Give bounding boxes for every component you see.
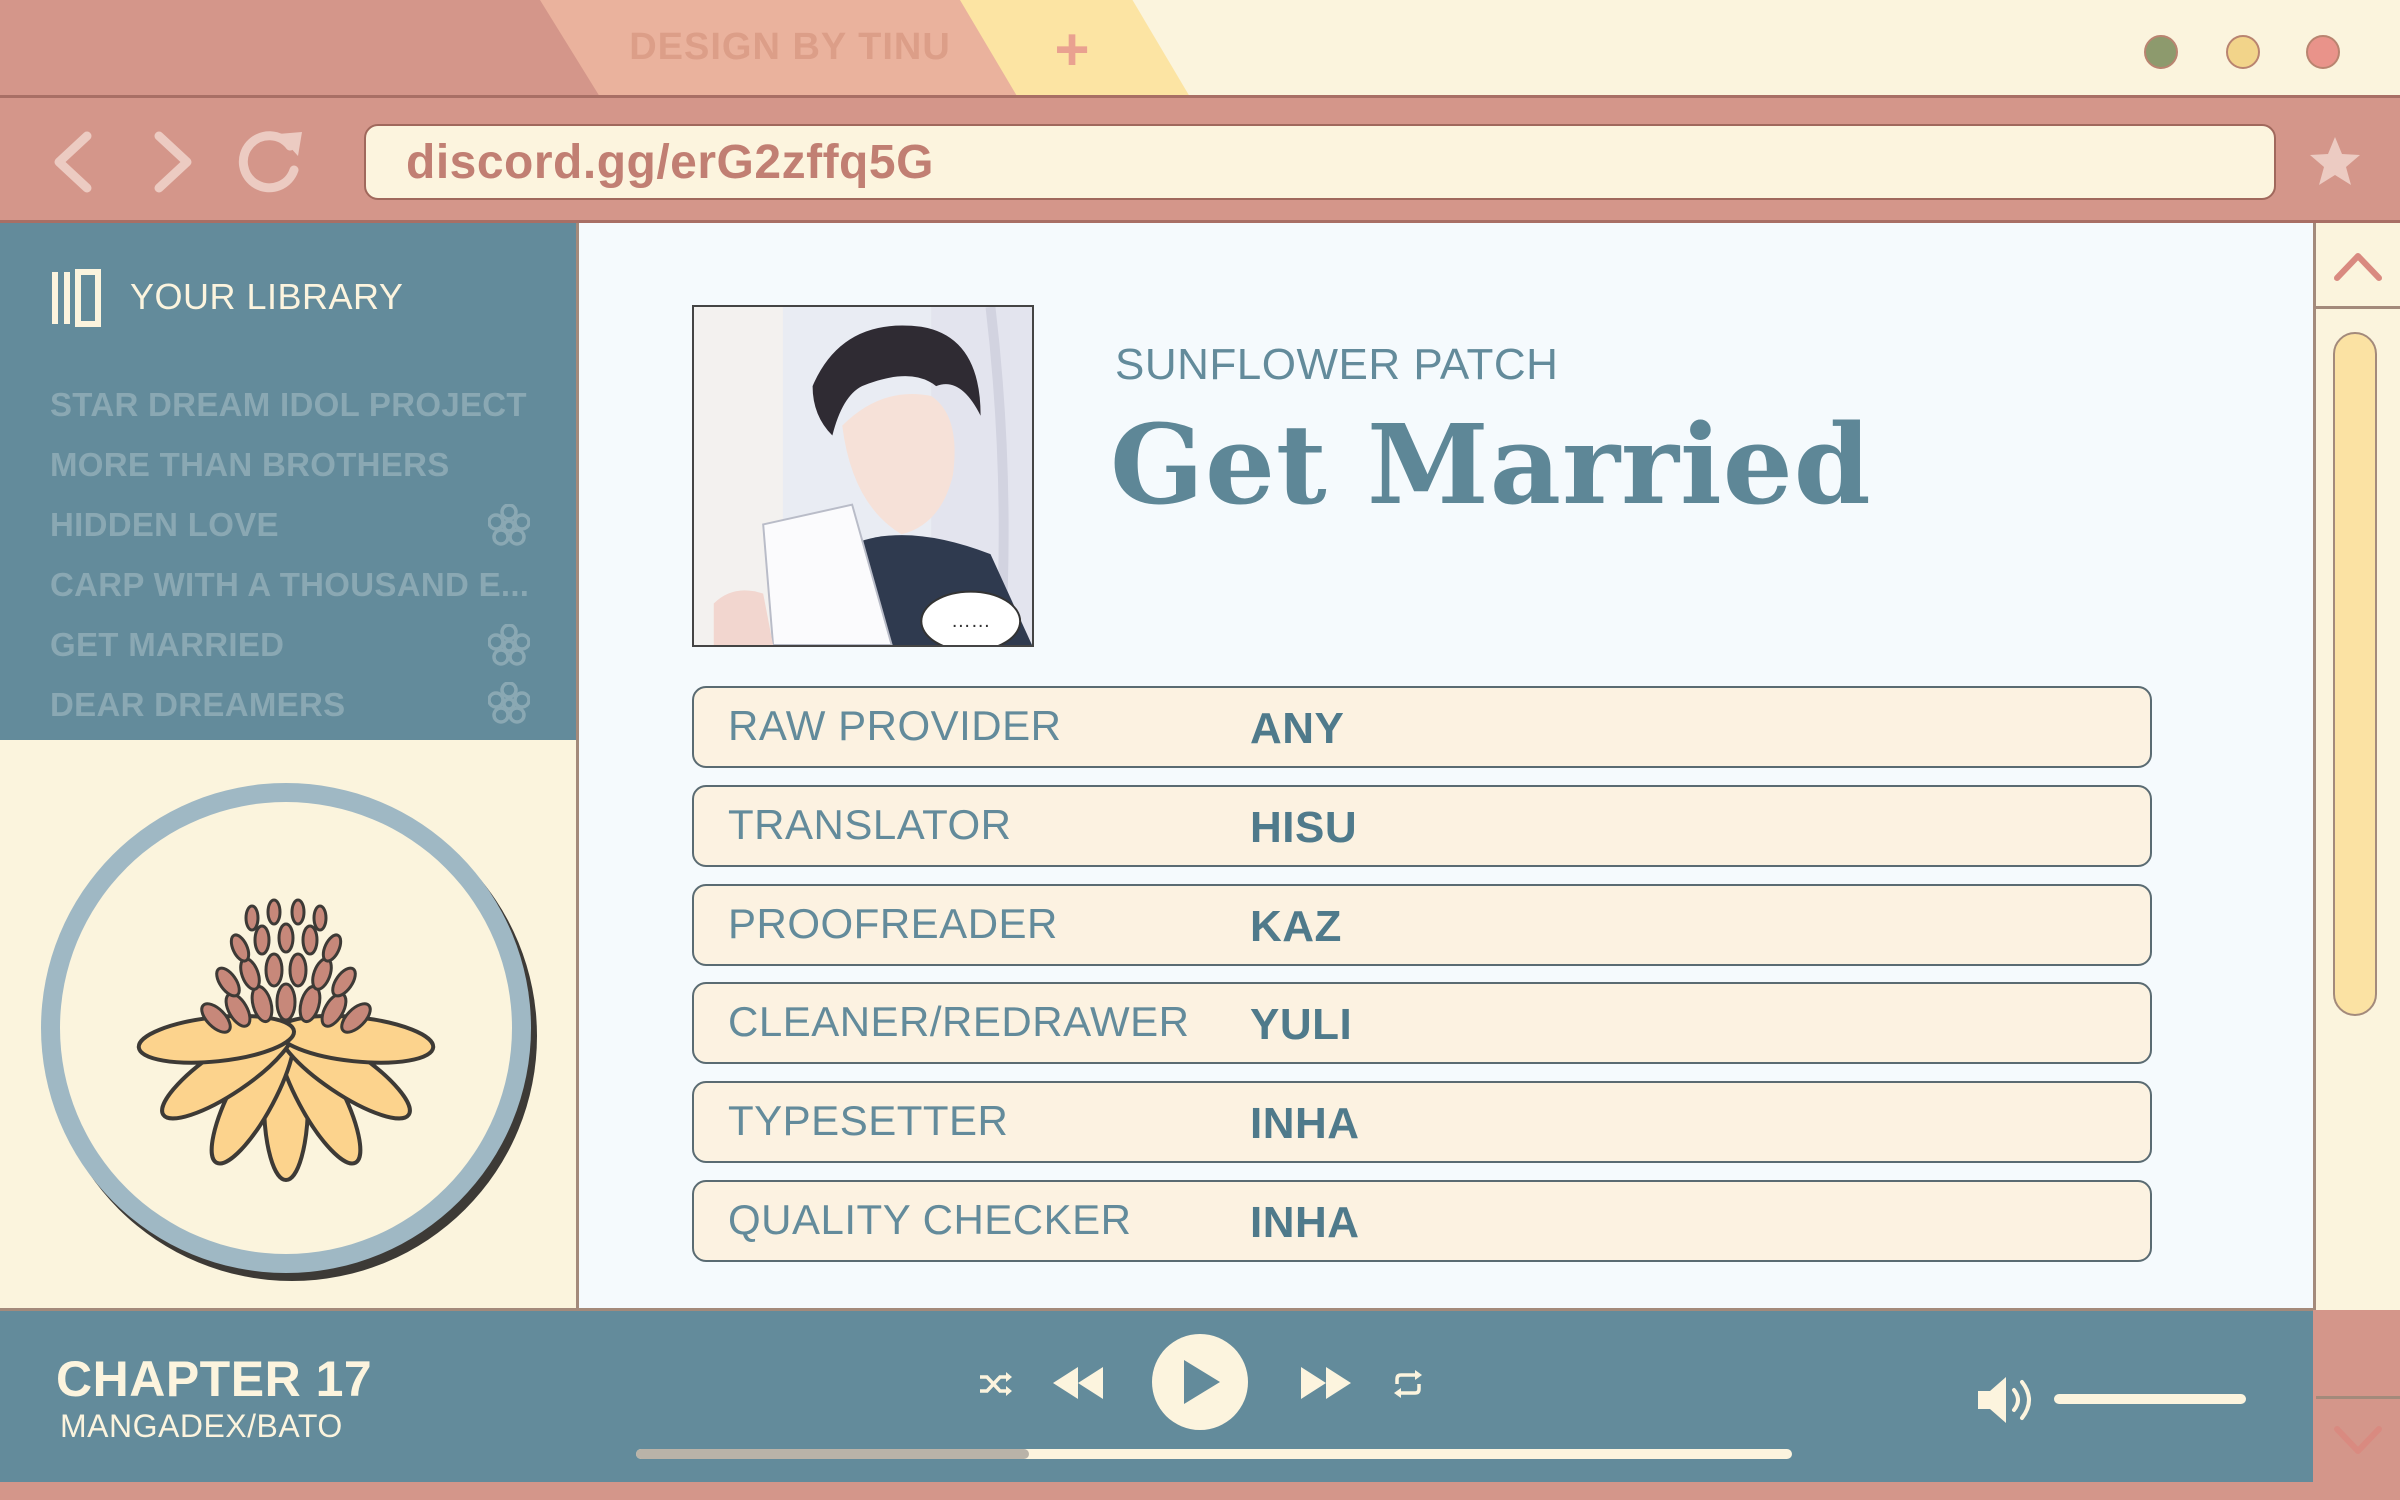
scroll-up-button[interactable]	[2316, 223, 2400, 307]
credit-row-cleaner-redrawer: CLEANER/REDRAWER YULI	[692, 982, 2152, 1064]
flower-icon	[488, 624, 530, 666]
window-close-button[interactable]	[2306, 35, 2340, 69]
chevron-right-icon	[154, 131, 192, 193]
credit-row-quality-checker: QUALITY CHECKER INHA	[692, 1180, 2152, 1262]
credit-name: ANY	[1250, 704, 1345, 753]
back-button[interactable]	[32, 122, 112, 202]
shuffle-button[interactable]	[970, 1364, 1020, 1404]
studio-name: SUNFLOWER PATCH	[1115, 340, 1559, 389]
sidebar-item-carp-with-a-thousand[interactable]: CARP WITH A THOUSAND E...	[50, 566, 530, 604]
credit-name: INHA	[1250, 1198, 1360, 1247]
plus-icon[interactable]: +	[1040, 20, 1104, 80]
library-icon	[52, 269, 101, 327]
sidebar-item-hidden-love[interactable]: HIDDEN LOVE	[50, 506, 530, 544]
scroll-down-button[interactable]	[2316, 1398, 2400, 1482]
credit-role: RAW PROVIDER	[728, 702, 1062, 749]
reload-icon	[238, 131, 302, 193]
chevron-left-icon	[54, 131, 92, 193]
repeat-icon	[1394, 1370, 1422, 1398]
credit-name: YULI	[1250, 1000, 1353, 1049]
credit-name: KAZ	[1250, 902, 1342, 951]
play-button[interactable]	[1152, 1334, 1248, 1430]
window-bottom-border	[0, 1482, 2400, 1500]
progress-bar-fill	[636, 1449, 1029, 1459]
credit-role: PROOFREADER	[728, 900, 1058, 947]
sunflower-logo	[41, 783, 537, 1281]
credit-role: QUALITY CHECKER	[728, 1196, 1132, 1243]
rewind-icon	[1053, 1367, 1103, 1399]
credit-role: CLEANER/REDRAWER	[728, 998, 1190, 1045]
page-title: Get Married	[1110, 400, 1872, 529]
sidebar-item-more-than-brothers[interactable]: MORE THAN BROTHERS	[50, 446, 530, 484]
credit-name: INHA	[1250, 1099, 1360, 1148]
forward-button[interactable]	[134, 122, 214, 202]
fast-forward-icon	[1301, 1367, 1351, 1399]
credit-row-translator: TRANSLATOR HISU	[692, 785, 2152, 867]
chapter-title: CHAPTER 17	[56, 1351, 373, 1407]
play-icon	[1184, 1360, 1220, 1404]
chevron-up-icon	[2334, 253, 2382, 281]
credit-row-proofreader: PROOFREADER KAZ	[692, 884, 2152, 966]
credit-role: TRANSLATOR	[728, 801, 1012, 848]
chapter-source: MANGADEX/BATO	[60, 1408, 343, 1444]
sidebar-item-star-dream-idol-project[interactable]: STAR DREAM IDOL PROJECT	[50, 386, 530, 424]
browser-tab-label: DESIGN BY TINU	[629, 25, 951, 68]
divider	[0, 1308, 2313, 1311]
volume-icon[interactable]	[1976, 1374, 2040, 1426]
url-text: discord.gg/erG2zffq5G	[406, 135, 934, 189]
cover-speech-bubble: ……	[951, 610, 991, 632]
credit-row-typesetter: TYPESETTER INHA	[692, 1081, 2152, 1163]
divider	[2316, 306, 2400, 309]
reload-button[interactable]	[230, 122, 310, 202]
rewind-button[interactable]	[1048, 1356, 1108, 1410]
flower-icon	[488, 682, 530, 724]
chevron-down-icon	[2334, 1426, 2382, 1454]
fast-forward-button[interactable]	[1296, 1356, 1356, 1410]
sidebar-item-dear-dreamers[interactable]: DEAR DREAMERS	[50, 686, 530, 724]
volume-slider[interactable]	[2054, 1394, 2246, 1404]
cover-image: ……	[692, 305, 1034, 647]
credit-row-raw-provider: RAW PROVIDER ANY	[692, 686, 2152, 768]
scrollbar-thumb[interactable]	[2333, 332, 2377, 1016]
flower-icon	[488, 504, 530, 546]
window-minimize-button[interactable]	[2144, 35, 2178, 69]
repeat-button[interactable]	[1386, 1364, 1430, 1404]
credit-name: HISU	[1250, 803, 1358, 852]
address-bar[interactable]: discord.gg/erG2zffq5G	[364, 124, 2276, 200]
window-maximize-button[interactable]	[2226, 35, 2260, 69]
shuffle-icon	[980, 1372, 1012, 1396]
credit-role: TYPESETTER	[728, 1097, 1009, 1144]
sidebar-item-get-married[interactable]: GET MARRIED	[50, 626, 530, 664]
library-title: YOUR LIBRARY	[130, 276, 404, 317]
star-icon	[2310, 137, 2360, 185]
bookmark-button[interactable]	[2300, 122, 2370, 202]
tab-strip-empty	[1100, 0, 2400, 97]
